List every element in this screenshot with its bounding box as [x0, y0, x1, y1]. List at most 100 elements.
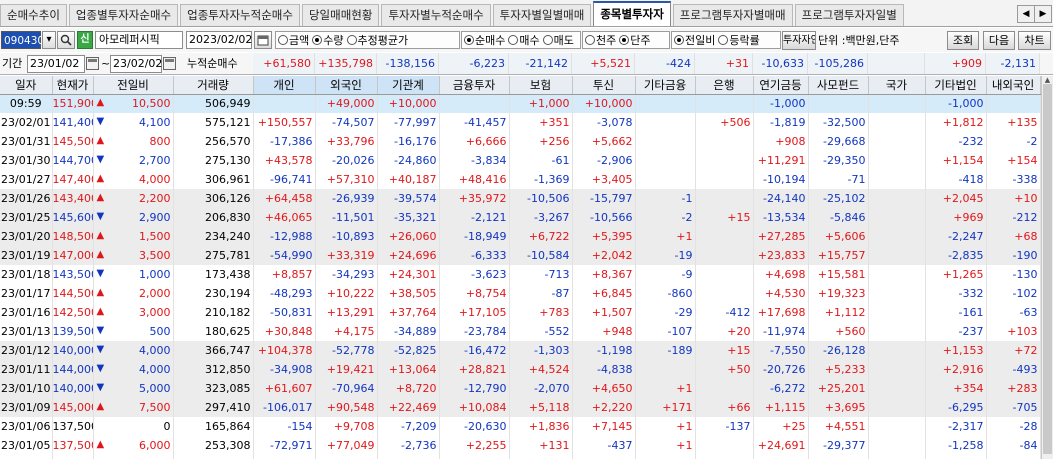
table-row[interactable]: 23/01/13139,500▼500180,625+30,848+4,175-… [0, 322, 1041, 341]
investor-info-button[interactable]: 투자자안내 [782, 31, 816, 50]
next-button[interactable]: 다음 [983, 31, 1015, 50]
radio-dot[interactable] [312, 35, 323, 45]
tab-next-button[interactable]: ▶ [1034, 5, 1052, 23]
table-row[interactable]: 23/01/26143,400▲ 2,200306,126+64,458-26,9… [0, 189, 1041, 208]
table-row[interactable]: 23/01/04131,500▼1,500209,432+30,023+25,0… [0, 455, 1041, 459]
table-row[interactable]: 23/01/06137,5000165,864-154+9,708-7,209-… [0, 417, 1041, 436]
table-row[interactable]: 23/01/10140,000▼ 5,000323,085+61,607-70,9… [0, 379, 1041, 398]
calendar-icon[interactable] [163, 57, 176, 70]
tab-7[interactable]: 프로그램투자자별매매 [672, 4, 793, 26]
search-icon[interactable] [57, 31, 75, 49]
column-header[interactable]: 개인 [253, 76, 316, 95]
tab-4[interactable]: 투자자별누적순매수 [381, 4, 491, 26]
price-cell: 144,000 [52, 360, 94, 379]
tab-5[interactable]: 투자자별일별매매 [492, 4, 592, 26]
radio-dot[interactable] [508, 35, 519, 45]
column-header[interactable]: 기타금융 [635, 76, 696, 95]
table-row[interactable]: 23/02/01141,400▼ 4,100575,121+150,557-74,… [0, 113, 1041, 132]
investor-cell: +68 [986, 227, 1041, 246]
code-dropdown-button[interactable]: ▾ [42, 31, 56, 49]
compare-type-radio-0[interactable]: 전일비 [674, 32, 715, 48]
calendar-icon[interactable] [86, 57, 99, 70]
price-cell: 137,500 [52, 417, 94, 436]
table-row[interactable]: 23/01/18143,500▼ 1,000173,438+8,857-34,29… [0, 265, 1041, 284]
vertical-scrollbar[interactable]: ▲ [1041, 76, 1053, 459]
tab-prev-button[interactable]: ◀ [1017, 5, 1035, 23]
column-header[interactable]: 전일비 [93, 76, 174, 95]
unit-type-radio-0[interactable]: 천주 [585, 32, 616, 48]
radio-dot[interactable] [585, 35, 595, 45]
investor-cell [695, 284, 754, 303]
table-row[interactable]: 23/01/27147,400▲ 4,000306,961-96,741+57,3… [0, 170, 1041, 189]
investor-cell: +1 [635, 227, 696, 246]
search-button[interactable]: 조회 [947, 31, 979, 50]
table-row[interactable]: 23/01/25145,600▼ 2,900206,830+46,065-11,5… [0, 208, 1041, 227]
table-row[interactable]: 09:59151,900▲10,500506,949+49,000+10,000… [0, 94, 1041, 113]
unit-type-radio-1[interactable]: 단주 [619, 32, 651, 48]
column-header[interactable]: 거래량 [173, 76, 254, 95]
table-row[interactable]: 23/01/09145,000▲ 7,500297,410-106,017+90,… [0, 398, 1041, 417]
radio-dot[interactable] [718, 35, 729, 45]
tab-6[interactable]: 종목별투자자 [593, 1, 671, 26]
table-row[interactable]: 23/01/16142,500▲ 3,000210,182-50,831+13,2… [0, 303, 1041, 322]
trade-type-radio-1[interactable]: 매수 [508, 32, 540, 48]
column-header[interactable]: 투신 [572, 76, 636, 95]
investor-cell: +48,416 [439, 170, 510, 189]
column-header[interactable]: 은행 [695, 76, 754, 95]
column-header[interactable]: 내외국인 [986, 76, 1041, 95]
table-row[interactable]: 23/01/30144,700▼ 2,700275,130+43,578-20,0… [0, 151, 1041, 170]
radio-label: 천주 [596, 34, 617, 47]
column-header[interactable]: 기타법인 [925, 76, 987, 95]
radio-dot[interactable] [619, 35, 630, 45]
column-header[interactable]: 사모펀드 [808, 76, 869, 95]
investor-cell: +33,796 [315, 132, 378, 151]
value-type-radio-2[interactable]: 추정평균가 [346, 32, 408, 48]
investor-cell: +354 [925, 379, 987, 398]
table-row[interactable]: 23/01/12140,000▼4,000366,747+104,378-52,… [0, 341, 1041, 360]
period-bar: 기간 23/01/02 ~ 23/02/02 누적순매수 +61,580 +135… [0, 53, 1053, 75]
investor-cell: +1,000 [509, 94, 573, 113]
table-row[interactable]: 23/01/20148,500▲ 1,500234,240-12,988-10,8… [0, 227, 1041, 246]
column-header[interactable]: 보험 [509, 76, 573, 95]
table-row[interactable]: 23/01/11144,000▼ 4,000312,850-34,908+19,4… [0, 360, 1041, 379]
radio-dot[interactable] [278, 35, 288, 45]
table-row[interactable]: 23/01/17144,500▲ 2,000230,194-48,293+10,2… [0, 284, 1041, 303]
radio-dot[interactable] [674, 35, 684, 45]
tab-0[interactable]: 순매수추이 [0, 4, 67, 26]
compare-type-radio-1[interactable]: 등락률 [718, 32, 760, 48]
chart-button[interactable]: 차트 [1018, 31, 1051, 50]
table-row[interactable]: 23/01/31145,500▲ 800256,570-17,386+33,796… [0, 132, 1041, 151]
trade-type-radio-2[interactable]: 매도 [542, 32, 574, 48]
cumulative-sum-cell: +31 [695, 53, 753, 74]
column-header[interactable]: 금융투자 [439, 76, 510, 95]
tab-1[interactable]: 업종별투자자순매수 [68, 4, 179, 26]
column-header[interactable]: 연기금등 [753, 76, 809, 95]
column-header[interactable]: 국가 [868, 76, 926, 95]
investor-cell: +3,405 [572, 170, 636, 189]
calendar-icon[interactable] [254, 31, 272, 49]
radio-dot[interactable] [346, 35, 357, 45]
stock-code-input[interactable]: 090430 [1, 31, 44, 49]
down-triangle-icon: ▼ [96, 344, 105, 355]
radio-dot[interactable] [542, 35, 553, 45]
trade-type-radio-0[interactable]: 순매수 [464, 32, 505, 48]
tab-2[interactable]: 업종투자자누적순매수 [180, 4, 300, 26]
radio-dot[interactable] [464, 35, 474, 45]
column-header[interactable]: 일자 [0, 76, 53, 95]
period-end-input[interactable]: 23/02/02 [110, 55, 162, 73]
value-type-radio-0[interactable]: 금액 [278, 32, 309, 48]
table-row[interactable]: 23/01/19147,000▲ 3,500275,781-54,990+33,3… [0, 246, 1041, 265]
column-header[interactable]: 기관계 [377, 76, 440, 95]
investor-cell: +23,833 [753, 246, 809, 265]
tab-8[interactable]: 프로그램투자자일별 [794, 4, 904, 26]
scroll-thumb[interactable] [1043, 84, 1052, 454]
stock-name-field[interactable]: 아모레퍼시픽 [95, 31, 183, 49]
period-start-input[interactable]: 23/01/02 [27, 55, 85, 73]
table-row[interactable]: 23/01/05137,500▲ 6,000253,308-72,971+77,0… [0, 436, 1041, 455]
value-type-radio-1[interactable]: 수량 [312, 32, 344, 48]
investor-cell: +9,708 [315, 417, 378, 436]
column-header[interactable]: 현재가 [52, 76, 94, 95]
tab-3[interactable]: 당일매매현황 [301, 4, 380, 26]
date-input[interactable]: 2023/02/02 [186, 31, 252, 49]
column-header[interactable]: 외국인 [315, 76, 378, 95]
